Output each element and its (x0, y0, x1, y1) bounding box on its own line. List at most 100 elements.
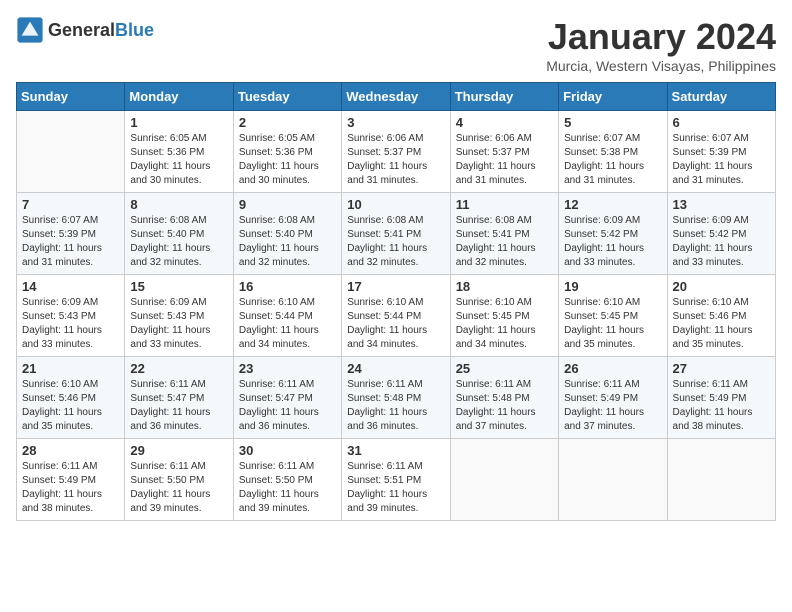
cell-content: Sunrise: 6:11 AM Sunset: 5:48 PM Dayligh… (347, 378, 444, 434)
calendar-cell: 3 Sunrise: 6:06 AM Sunset: 5:37 PM Daylig… (342, 111, 450, 193)
calendar-week-row: 14 Sunrise: 6:09 AM Sunset: 5:43 PM Dayli… (17, 275, 776, 357)
calendar-cell: 2 Sunrise: 6:05 AM Sunset: 5:36 PM Daylig… (233, 111, 341, 193)
day-number: 25 (456, 361, 553, 376)
day-number: 2 (239, 115, 336, 130)
calendar-cell: 21 Sunrise: 6:10 AM Sunset: 5:46 PM Dayli… (17, 357, 125, 439)
cell-content: Sunrise: 6:07 AM Sunset: 5:38 PM Dayligh… (564, 132, 661, 188)
calendar-cell: 30 Sunrise: 6:11 AM Sunset: 5:50 PM Dayli… (233, 439, 341, 521)
day-number: 23 (239, 361, 336, 376)
cell-content: Sunrise: 6:11 AM Sunset: 5:49 PM Dayligh… (673, 378, 770, 434)
cell-content: Sunrise: 6:06 AM Sunset: 5:37 PM Dayligh… (347, 132, 444, 188)
weekday-header-monday: Monday (125, 83, 233, 111)
cell-content: Sunrise: 6:07 AM Sunset: 5:39 PM Dayligh… (673, 132, 770, 188)
calendar-week-row: 1 Sunrise: 6:05 AM Sunset: 5:36 PM Daylig… (17, 111, 776, 193)
day-number: 16 (239, 279, 336, 294)
cell-content: Sunrise: 6:10 AM Sunset: 5:46 PM Dayligh… (673, 296, 770, 352)
calendar-cell: 26 Sunrise: 6:11 AM Sunset: 5:49 PM Dayli… (559, 357, 667, 439)
cell-content: Sunrise: 6:09 AM Sunset: 5:43 PM Dayligh… (130, 296, 227, 352)
day-number: 15 (130, 279, 227, 294)
weekday-header-row: SundayMondayTuesdayWednesdayThursdayFrid… (17, 83, 776, 111)
day-number: 7 (22, 197, 119, 212)
calendar-cell: 9 Sunrise: 6:08 AM Sunset: 5:40 PM Daylig… (233, 193, 341, 275)
cell-content: Sunrise: 6:05 AM Sunset: 5:36 PM Dayligh… (130, 132, 227, 188)
calendar-cell: 19 Sunrise: 6:10 AM Sunset: 5:45 PM Dayli… (559, 275, 667, 357)
day-number: 22 (130, 361, 227, 376)
calendar-cell (450, 439, 558, 521)
day-number: 26 (564, 361, 661, 376)
calendar-cell: 20 Sunrise: 6:10 AM Sunset: 5:46 PM Dayli… (667, 275, 775, 357)
cell-content: Sunrise: 6:11 AM Sunset: 5:50 PM Dayligh… (239, 460, 336, 516)
weekday-header-sunday: Sunday (17, 83, 125, 111)
day-number: 14 (22, 279, 119, 294)
day-number: 27 (673, 361, 770, 376)
calendar-cell: 7 Sunrise: 6:07 AM Sunset: 5:39 PM Daylig… (17, 193, 125, 275)
day-number: 1 (130, 115, 227, 130)
calendar-cell: 18Sunrise: 6:10 AM Sunset: 5:45 PM Dayli… (450, 275, 558, 357)
header: GeneralBlue January 2024 Murcia, Western… (16, 16, 776, 74)
cell-content: Sunrise: 6:11 AM Sunset: 5:49 PM Dayligh… (22, 460, 119, 516)
calendar-cell: 4Sunrise: 6:06 AM Sunset: 5:37 PM Daylig… (450, 111, 558, 193)
calendar-cell: 23 Sunrise: 6:11 AM Sunset: 5:47 PM Dayli… (233, 357, 341, 439)
calendar-cell (559, 439, 667, 521)
month-title: January 2024 (546, 16, 776, 58)
cell-content: Sunrise: 6:11 AM Sunset: 5:48 PM Dayligh… (456, 378, 553, 434)
calendar-cell: 8Sunrise: 6:08 AM Sunset: 5:40 PM Daylig… (125, 193, 233, 275)
cell-content: Sunrise: 6:11 AM Sunset: 5:51 PM Dayligh… (347, 460, 444, 516)
day-number: 29 (130, 443, 227, 458)
logo: GeneralBlue (16, 16, 154, 44)
weekday-header-wednesday: Wednesday (342, 83, 450, 111)
day-number: 20 (673, 279, 770, 294)
calendar-table: SundayMondayTuesdayWednesdayThursdayFrid… (16, 82, 776, 521)
cell-content: Sunrise: 6:06 AM Sunset: 5:37 PM Dayligh… (456, 132, 553, 188)
day-number: 24 (347, 361, 444, 376)
day-number: 21 (22, 361, 119, 376)
calendar-week-row: 21 Sunrise: 6:10 AM Sunset: 5:46 PM Dayli… (17, 357, 776, 439)
calendar-week-row: 28 Sunrise: 6:11 AM Sunset: 5:49 PM Dayli… (17, 439, 776, 521)
weekday-header-friday: Friday (559, 83, 667, 111)
calendar-cell (667, 439, 775, 521)
calendar-cell: 24 Sunrise: 6:11 AM Sunset: 5:48 PM Dayli… (342, 357, 450, 439)
cell-content: Sunrise: 6:08 AM Sunset: 5:40 PM Dayligh… (239, 214, 336, 270)
day-number: 9 (239, 197, 336, 212)
cell-content: Sunrise: 6:08 AM Sunset: 5:41 PM Dayligh… (456, 214, 553, 270)
cell-content: Sunrise: 6:09 AM Sunset: 5:42 PM Dayligh… (673, 214, 770, 270)
day-number: 19 (564, 279, 661, 294)
day-number: 8 (130, 197, 227, 212)
day-number: 28 (22, 443, 119, 458)
cell-content: Sunrise: 6:09 AM Sunset: 5:43 PM Dayligh… (22, 296, 119, 352)
location-title: Murcia, Western Visayas, Philippines (546, 58, 776, 74)
calendar-cell: 28 Sunrise: 6:11 AM Sunset: 5:49 PM Dayli… (17, 439, 125, 521)
calendar-cell: 22 Sunrise: 6:11 AM Sunset: 5:47 PM Dayli… (125, 357, 233, 439)
cell-content: Sunrise: 6:10 AM Sunset: 5:44 PM Dayligh… (347, 296, 444, 352)
day-number: 6 (673, 115, 770, 130)
calendar-cell: 12Sunrise: 6:09 AM Sunset: 5:42 PM Dayli… (559, 193, 667, 275)
day-number: 10 (347, 197, 444, 212)
cell-content: Sunrise: 6:07 AM Sunset: 5:39 PM Dayligh… (22, 214, 119, 270)
calendar-cell: 13 Sunrise: 6:09 AM Sunset: 5:42 PM Dayli… (667, 193, 775, 275)
calendar-cell: 11 Sunrise: 6:08 AM Sunset: 5:41 PM Dayli… (450, 193, 558, 275)
calendar-week-row: 7 Sunrise: 6:07 AM Sunset: 5:39 PM Daylig… (17, 193, 776, 275)
cell-content: Sunrise: 6:11 AM Sunset: 5:47 PM Dayligh… (130, 378, 227, 434)
calendar-cell: 16 Sunrise: 6:10 AM Sunset: 5:44 PM Dayli… (233, 275, 341, 357)
cell-content: Sunrise: 6:05 AM Sunset: 5:36 PM Dayligh… (239, 132, 336, 188)
calendar-cell: 29Sunrise: 6:11 AM Sunset: 5:50 PM Dayli… (125, 439, 233, 521)
calendar-cell: 1 Sunrise: 6:05 AM Sunset: 5:36 PM Daylig… (125, 111, 233, 193)
logo-text-blue: Blue (115, 20, 154, 40)
cell-content: Sunrise: 6:09 AM Sunset: 5:42 PM Dayligh… (564, 214, 661, 270)
cell-content: Sunrise: 6:10 AM Sunset: 5:46 PM Dayligh… (22, 378, 119, 434)
cell-content: Sunrise: 6:10 AM Sunset: 5:44 PM Dayligh… (239, 296, 336, 352)
weekday-header-tuesday: Tuesday (233, 83, 341, 111)
day-number: 5 (564, 115, 661, 130)
logo-text-general: General (48, 20, 115, 40)
cell-content: Sunrise: 6:08 AM Sunset: 5:41 PM Dayligh… (347, 214, 444, 270)
cell-content: Sunrise: 6:11 AM Sunset: 5:47 PM Dayligh… (239, 378, 336, 434)
calendar-cell: 6 Sunrise: 6:07 AM Sunset: 5:39 PM Daylig… (667, 111, 775, 193)
day-number: 13 (673, 197, 770, 212)
day-number: 3 (347, 115, 444, 130)
calendar-cell (17, 111, 125, 193)
day-number: 30 (239, 443, 336, 458)
day-number: 18 (456, 279, 553, 294)
day-number: 11 (456, 197, 553, 212)
cell-content: Sunrise: 6:10 AM Sunset: 5:45 PM Dayligh… (564, 296, 661, 352)
cell-content: Sunrise: 6:11 AM Sunset: 5:49 PM Dayligh… (564, 378, 661, 434)
